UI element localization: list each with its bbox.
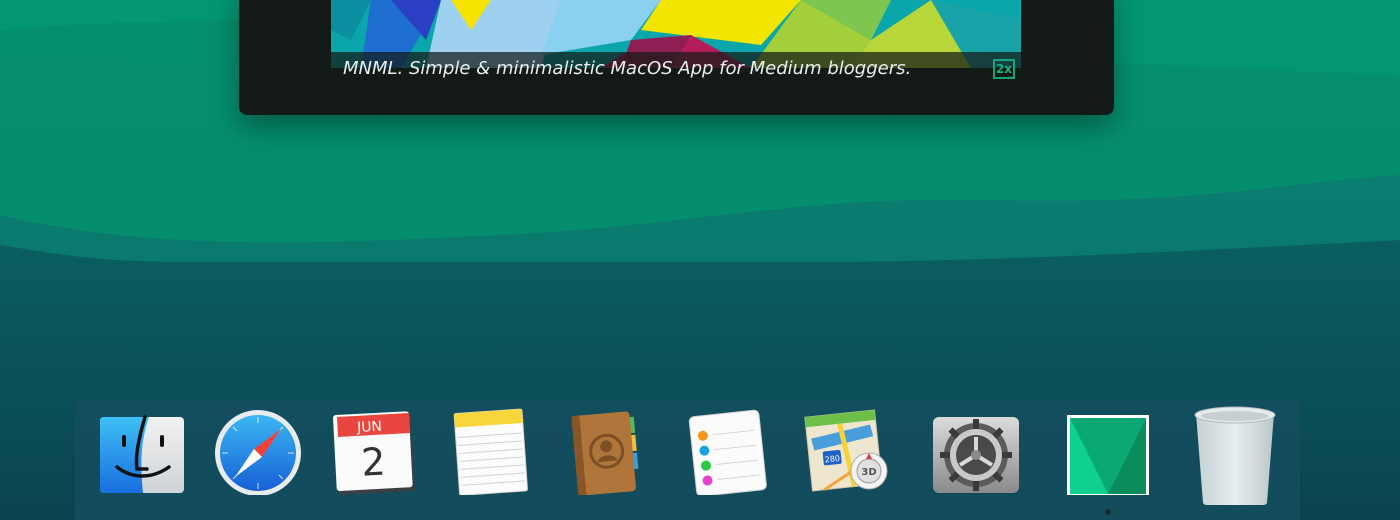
notes-icon [453,408,528,495]
running-indicator [1105,509,1111,515]
calendar-day: 2 [360,440,386,485]
dock-item-contacts[interactable] [565,405,665,505]
maps-icon: 280 3D [804,409,888,492]
gear-icon [933,417,1019,493]
preview-caption: MNML. Simple & minimalistic MacOS App fo… [343,58,912,79]
contacts-book-icon [571,411,639,495]
dock-item-finder[interactable] [97,405,197,505]
safari-compass-icon [215,410,301,495]
finder-icon [100,415,184,493]
dock-item-reminders[interactable] [685,405,785,505]
dock-item-maps[interactable]: 280 3D [803,405,903,505]
dock-item-trash[interactable] [1191,405,1291,505]
calendar-icon: JUN 2 [333,411,415,495]
dock-item-calendar[interactable]: JUN 2 [331,405,431,505]
desktop: MNML. Simple & minimalistic MacOS App fo… [0,0,1400,520]
caption-bar: MNML. Simple & minimalistic MacOS App fo… [331,52,1021,88]
zoom-toggle-button[interactable]: 2x [993,59,1015,79]
mnml-logo-icon [1067,415,1149,495]
dock-item-mnml[interactable] [1065,405,1165,505]
dock: JUN 2 280 3D [75,399,1300,520]
route-shield: 280 [824,454,840,465]
preview-image[interactable]: MNML. Simple & minimalistic MacOS App fo… [331,0,1021,88]
calendar-month: JUN [356,419,383,436]
trash-icon [1194,406,1276,505]
reminders-icon [688,409,767,495]
dock-item-notes[interactable] [449,405,549,505]
maps-3d-button: 3D [861,467,876,478]
dock-item-safari[interactable] [213,405,313,505]
dock-item-system-preferences[interactable] [931,405,1031,505]
preview-window: MNML. Simple & minimalistic MacOS App fo… [239,0,1114,115]
